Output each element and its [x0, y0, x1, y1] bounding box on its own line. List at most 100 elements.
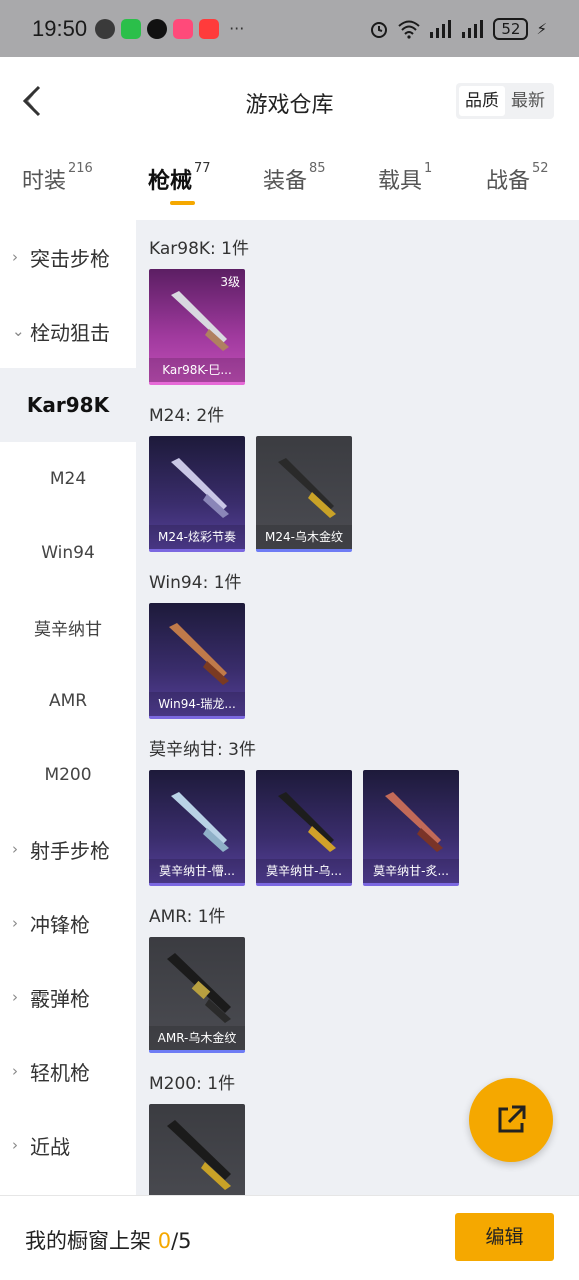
item-name: M24-炫彩节奏 — [149, 525, 245, 549]
item-grid: Kar98K: 1件 3级 Kar98K-巳... M24: 2件 M24-炫彩… — [136, 220, 579, 1195]
sidebar-item-mosin[interactable]: 莫辛纳甘 — [0, 590, 136, 664]
showcase-status: 我的橱窗上架 0/5 — [25, 1225, 192, 1255]
wechat-icon — [121, 18, 142, 39]
sidebar-item-amr[interactable]: AMR — [0, 664, 136, 738]
item-card-mosin-2[interactable]: 莫辛纳甘-乌... — [256, 770, 352, 886]
sidebar-item-label: 近战 — [30, 1134, 70, 1159]
chevron-down-icon: ⌄ — [12, 322, 25, 340]
tab-label: 枪械 — [148, 169, 193, 194]
status-time: 19:50 — [32, 15, 88, 41]
signal-icon-2 — [462, 19, 484, 38]
item-name: 莫辛纳甘-乌... — [256, 859, 352, 883]
signal-icon-1 — [430, 19, 452, 38]
game-app-icon — [95, 18, 116, 39]
showcase-count: 0 — [157, 1229, 172, 1253]
item-card-kar98k[interactable]: 3级 Kar98K-巳... — [149, 269, 245, 385]
tab-count: 85 — [309, 161, 326, 176]
sidebar-item-label: 轻机枪 — [30, 1060, 90, 1085]
sidebar-item-lmg[interactable]: › 轻机枪 — [0, 1034, 136, 1108]
sidebar-item-label: 冲锋枪 — [30, 912, 90, 937]
sidebar-item-assault-rifles[interactable]: › 突击步枪 — [0, 220, 136, 294]
item-card-m200[interactable] — [149, 1104, 245, 1195]
chevron-right-icon: › — [12, 988, 18, 1006]
chevron-right-icon: › — [12, 840, 18, 858]
group-title-m200: M200: 1件 — [149, 1074, 236, 1094]
sidebar-item-kar98k[interactable]: Kar98K — [0, 368, 136, 442]
sidebar-item-label: 栓动狙击 — [30, 320, 110, 345]
tab-supplies[interactable]: 战备52 — [486, 161, 549, 195]
tab-label: 时装 — [22, 169, 67, 194]
status-bar: 19:50 ··· 52 ⚡ — [0, 0, 579, 57]
tab-count: 52 — [532, 161, 549, 176]
sidebar-item-label: AMR — [48, 691, 88, 711]
chevron-left-icon — [22, 85, 41, 117]
bottom-bar: 我的橱窗上架 0/5 编辑 — [0, 1195, 579, 1280]
sidebar-item-m200[interactable]: M200 — [0, 738, 136, 812]
sort-toggle: 品质 最新 — [456, 83, 554, 119]
item-card-mosin-1[interactable]: 莫辛纳甘-懵... — [149, 770, 245, 886]
rifle-icon — [171, 792, 229, 852]
sidebar-item-label: 莫辛纳甘 — [34, 619, 102, 640]
item-card-win94[interactable]: Win94-瑞龙... — [149, 603, 245, 719]
sidebar-item-bolt-action[interactable]: ⌄ 栓动狙击 — [0, 294, 136, 368]
message-app-icon — [199, 18, 220, 39]
charging-icon: ⚡ — [536, 19, 547, 38]
sidebar-item-win94[interactable]: Win94 — [0, 516, 136, 590]
share-icon — [498, 1105, 526, 1133]
rifle-icon — [169, 623, 229, 685]
rifle-icon — [278, 792, 336, 852]
sidebar-item-melee[interactable]: › 近战 — [0, 1108, 136, 1182]
sort-quality-option[interactable]: 品质 — [459, 86, 505, 116]
group-title-m24: M24: 2件 — [149, 406, 225, 426]
rifle-icon — [167, 1120, 231, 1190]
tab-label: 载具 — [378, 169, 423, 194]
tab-vehicles[interactable]: 载具1 — [378, 161, 433, 195]
tab-count: 1 — [424, 161, 433, 176]
sidebar-item-shotgun[interactable]: › 霰弹枪 — [0, 960, 136, 1034]
chevron-right-icon: › — [12, 914, 18, 932]
sidebar-item-label: 霰弹枪 — [30, 986, 90, 1011]
group-title-amr: AMR: 1件 — [149, 907, 226, 927]
item-name: Win94-瑞龙... — [149, 692, 245, 716]
tab-count: 77 — [194, 161, 211, 176]
showcase-label: 我的橱窗上架 — [25, 1229, 158, 1253]
tab-guns[interactable]: 枪械77 — [148, 161, 211, 195]
battery-level: 52 — [493, 17, 529, 40]
rifle-icon — [278, 458, 336, 518]
item-card-m24-2[interactable]: M24-乌木金纹 — [256, 436, 352, 552]
item-name: Kar98K-巳... — [149, 358, 245, 382]
tab-equipment[interactable]: 装备85 — [263, 161, 326, 195]
sidebar-item-m24[interactable]: M24 — [0, 442, 136, 516]
alarm-icon — [371, 21, 388, 38]
tab-count: 216 — [68, 161, 93, 176]
item-level: 3级 — [220, 275, 240, 289]
sidebar-item-label: Win94 — [41, 543, 95, 563]
tab-fashion[interactable]: 时装216 — [22, 161, 93, 195]
item-name: 莫辛纳甘-炙... — [363, 859, 459, 883]
rifle-icon — [171, 458, 229, 518]
item-card-amr[interactable]: AMR-乌木金纹 — [149, 937, 245, 1053]
tab-label: 战备 — [486, 169, 531, 194]
item-name: AMR-乌木金纹 — [149, 1026, 245, 1050]
chevron-right-icon: › — [12, 248, 18, 266]
sidebar-item-label: 射手步枪 — [30, 838, 110, 863]
group-title-win94: Win94: 1件 — [149, 573, 242, 593]
item-name: 莫辛纳甘-懵... — [149, 859, 245, 883]
video-app-icon — [173, 18, 194, 39]
sort-newest-option[interactable]: 最新 — [505, 86, 551, 116]
status-more: ··· — [229, 19, 245, 38]
sidebar-item-label: Kar98K — [26, 393, 110, 417]
sidebar-item-dmr[interactable]: › 射手步枪 — [0, 812, 136, 886]
edit-button[interactable]: 编辑 — [455, 1213, 554, 1261]
rifle-icon — [385, 792, 443, 852]
status-right: 52 ⚡ — [369, 17, 547, 40]
sidebar-item-smg[interactable]: › 冲锋枪 — [0, 886, 136, 960]
rifle-icon — [167, 953, 231, 1023]
sidebar-item-label: 突击步枪 — [30, 246, 110, 271]
share-button[interactable] — [469, 1078, 553, 1162]
item-card-mosin-3[interactable]: 莫辛纳甘-炙... — [363, 770, 459, 886]
back-button[interactable] — [14, 79, 50, 123]
header: 游戏仓库 品质 最新 — [0, 57, 579, 145]
item-card-m24-1[interactable]: M24-炫彩节奏 — [149, 436, 245, 552]
sidebar-item-label: M24 — [49, 469, 87, 489]
